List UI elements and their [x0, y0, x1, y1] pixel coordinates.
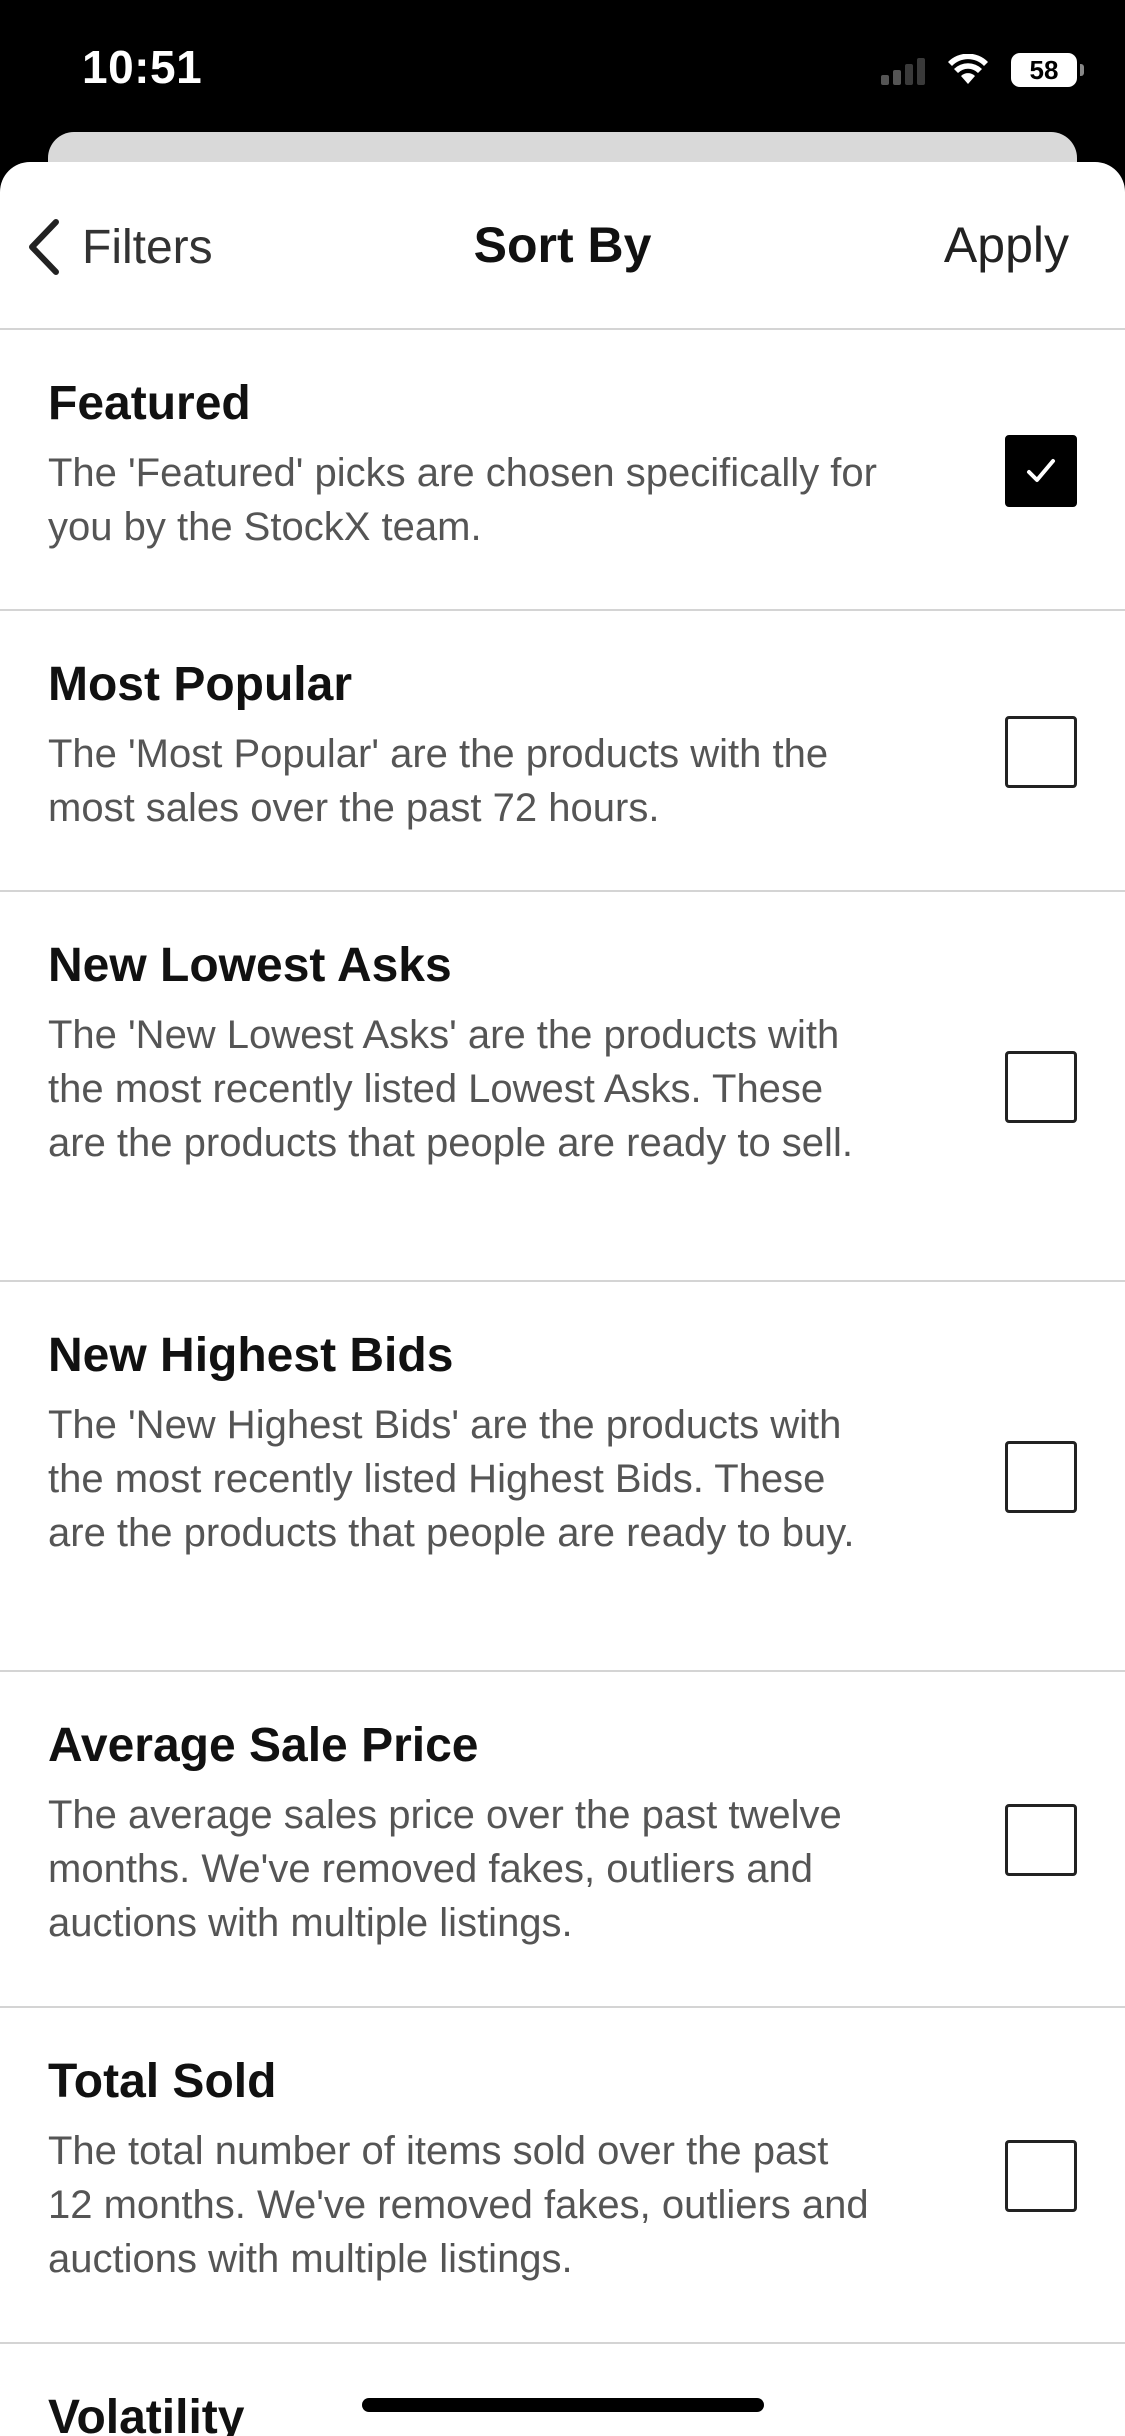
sort-option-most-popular[interactable]: Most Popular The 'Most Popular' are the … — [0, 611, 1125, 892]
option-title: New Highest Bids — [48, 1329, 454, 1382]
sort-option-featured[interactable]: Featured The 'Featured' picks are chosen… — [0, 330, 1125, 611]
featured-checkbox[interactable] — [1005, 435, 1077, 507]
option-description: The average sales price over the past tw… — [48, 1793, 842, 1945]
option-title: Total Sold — [48, 2055, 277, 2108]
most-popular-checkbox[interactable] — [1005, 716, 1077, 788]
wifi-icon — [948, 54, 988, 84]
home-indicator[interactable] — [362, 2398, 764, 2412]
sort-option-total-sold[interactable]: Total Sold The total number of items sol… — [0, 2008, 1125, 2344]
status-icons: 58 — [881, 48, 1084, 92]
total-sold-checkbox[interactable] — [1005, 2140, 1077, 2212]
battery-icon: 58 — [1011, 53, 1084, 87]
sort-option-new-highest-bids[interactable]: New Highest Bids The 'New Highest Bids' … — [0, 1282, 1125, 1672]
option-title: New Lowest Asks — [48, 939, 452, 992]
navigation-bar: Filters Sort By Apply — [0, 162, 1125, 330]
option-description: The 'New Lowest Asks' are the products w… — [48, 1013, 853, 1165]
new-highest-bids-checkbox[interactable] — [1005, 1441, 1077, 1513]
option-description: The 'New Highest Bids' are the products … — [48, 1403, 855, 1555]
option-title: Volatility — [48, 2391, 245, 2436]
sort-option-new-lowest-asks[interactable]: New Lowest Asks The 'New Lowest Asks' ar… — [0, 892, 1125, 1282]
option-description: The total number of items sold over the … — [48, 2129, 869, 2281]
battery-level: 58 — [1029, 54, 1059, 85]
sort-by-sheet: Filters Sort By Apply Featured The 'Feat… — [0, 162, 1125, 2436]
status-bar: 10:51 58 — [0, 0, 1125, 135]
average-sale-price-checkbox[interactable] — [1005, 1804, 1077, 1876]
new-lowest-asks-checkbox[interactable] — [1005, 1051, 1077, 1123]
checkmark-icon — [1027, 459, 1055, 482]
apply-button[interactable]: Apply — [944, 216, 1069, 274]
option-description: The 'Most Popular' are the products with… — [48, 732, 829, 830]
option-description: The 'Featured' picks are chosen specific… — [48, 451, 877, 549]
status-time: 10:51 — [82, 41, 203, 93]
option-title: Most Popular — [48, 658, 353, 711]
cellular-signal-icon — [881, 55, 925, 85]
option-title: Average Sale Price — [48, 1719, 479, 1772]
option-title: Featured — [48, 377, 251, 430]
sort-option-average-sale-price[interactable]: Average Sale Price The average sales pri… — [0, 1672, 1125, 2008]
sort-option-volatility[interactable]: Volatility — [0, 2344, 1125, 2436]
